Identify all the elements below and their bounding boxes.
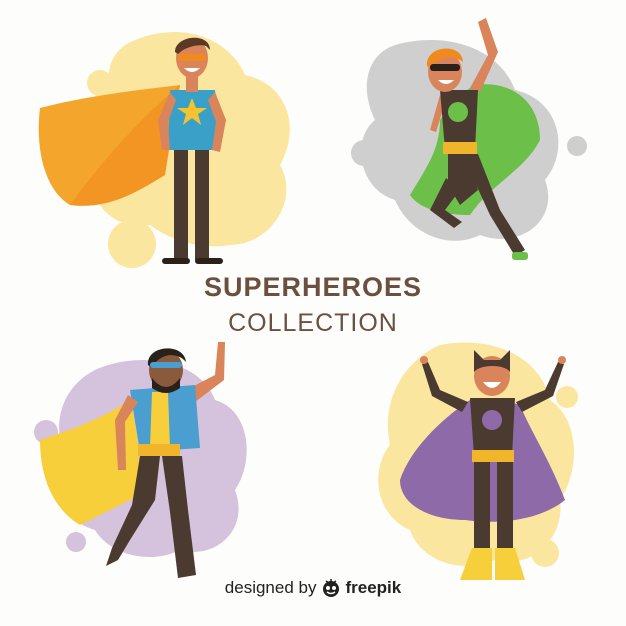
hero-yellow-cape <box>34 342 247 578</box>
freepik-logo-icon <box>323 579 340 597</box>
designer-credit: designed by freepik <box>0 578 626 598</box>
hero-orange-cape <box>38 32 290 268</box>
credit-prefix: designed by <box>224 578 317 597</box>
hero-purple-cape <box>378 342 578 580</box>
collection-subtitle: COLLECTION <box>228 309 398 337</box>
credit-brand: freepik <box>345 578 402 597</box>
hero-green-cape <box>351 18 587 260</box>
collection-title: SUPERHEROES <box>203 272 423 302</box>
